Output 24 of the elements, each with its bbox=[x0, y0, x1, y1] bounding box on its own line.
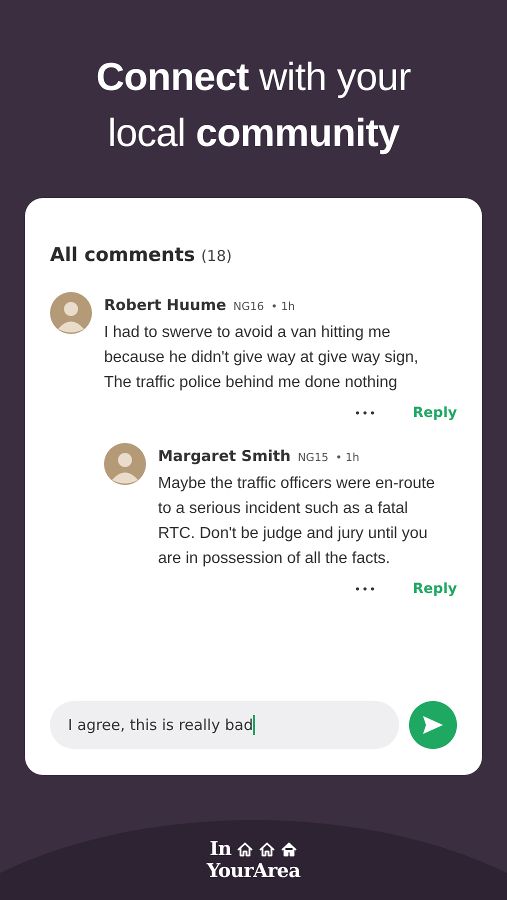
postcode-label: NG15 bbox=[298, 451, 328, 464]
postcode-label: NG16 bbox=[233, 300, 264, 313]
author-name: Robert Huume bbox=[104, 296, 226, 314]
time-label: • 1h bbox=[271, 300, 295, 313]
more-options-icon[interactable]: ••• bbox=[354, 406, 377, 420]
house-icon bbox=[259, 842, 276, 856]
send-icon bbox=[422, 715, 444, 735]
headline: Connect with your bbox=[96, 55, 411, 101]
headline: local community bbox=[108, 111, 400, 157]
comment-field[interactable]: I agree, this is really bad bbox=[50, 701, 399, 749]
author-name: Margaret Smith bbox=[158, 447, 291, 465]
comment-text: Maybe the traffic officers were en-route to a serious incident such as a fatal RTC. Don't be judge and jury until you are in possession of all the facts. bbox=[158, 474, 436, 569]
comment-count: (18) bbox=[201, 247, 232, 265]
logo-text: In bbox=[210, 838, 232, 860]
house-icon bbox=[237, 842, 254, 856]
comment-text: I had to swerve to avoid a van hitting me because he didn't give way at give way sign, The traffic police behind me done nothing bbox=[104, 323, 420, 393]
comments-title: All comments bbox=[50, 244, 196, 266]
more-options-icon[interactable]: ••• bbox=[354, 582, 377, 596]
logo-text: YourArea bbox=[206, 860, 300, 882]
time-label: • 1h bbox=[335, 451, 360, 464]
house-icon bbox=[281, 842, 298, 856]
send-button[interactable] bbox=[409, 701, 457, 749]
avatar bbox=[104, 443, 146, 485]
avatar bbox=[50, 292, 92, 334]
